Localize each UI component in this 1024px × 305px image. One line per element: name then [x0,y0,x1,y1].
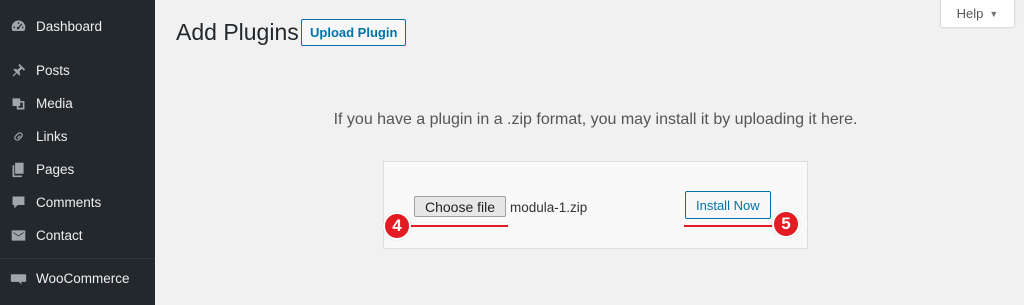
woo-icon [8,268,28,288]
pin-icon [8,60,28,80]
pages-icon [8,159,28,179]
sidebar-separator [0,258,155,259]
sidebar-item-label: Pages [36,161,75,177]
step-4-underline [405,225,508,227]
step-5-underline [684,225,784,227]
sidebar-item-woocommerce[interactable]: WooCommerce [0,264,155,292]
sidebar-item-links[interactable]: Links [0,122,155,150]
upload-description: If you have a plugin in a .zip format, y… [333,111,858,128]
step-5-marker: 5 [772,210,800,238]
upload-plugin-button[interactable]: Upload Plugin [301,19,407,46]
sidebar-item-media[interactable]: Media [0,89,155,117]
install-now-button[interactable]: Install Now [685,191,771,219]
step-4-marker: 4 [383,212,411,240]
help-tab[interactable]: Help ▼ [940,0,1015,28]
dashboard-icon [8,16,28,36]
sidebar-item-posts[interactable]: Posts [0,56,155,84]
sidebar-item-dashboard[interactable]: Dashboard [0,12,155,40]
sidebar-item-label: Dashboard [36,18,103,34]
media-icon [8,93,28,113]
choose-file-button[interactable]: Choose file [414,196,507,217]
help-label: Help [956,6,984,21]
sidebar-item-label: Links [36,128,68,144]
page-title: Add Plugins [176,19,299,45]
mail-icon [8,225,28,245]
sidebar-item-label: Posts [36,62,70,78]
sidebar-item-label: WooCommerce [36,270,130,286]
chevron-down-icon: ▼ [989,8,999,19]
sidebar-item-comments[interactable]: Comments [0,188,155,216]
sidebar-item-label: Media [36,95,73,111]
sidebar-item-pages[interactable]: Pages [0,155,155,183]
admin-sidebar: Dashboard Posts Media Links Pages Commen… [0,0,155,305]
comment-icon [8,192,28,212]
sidebar-item-label: Contact [36,227,83,243]
sidebar-item-contact[interactable]: Contact [0,221,155,249]
selected-file-name: modula-1.zip [510,200,588,215]
link-icon [8,126,28,146]
sidebar-item-label: Comments [36,194,102,210]
